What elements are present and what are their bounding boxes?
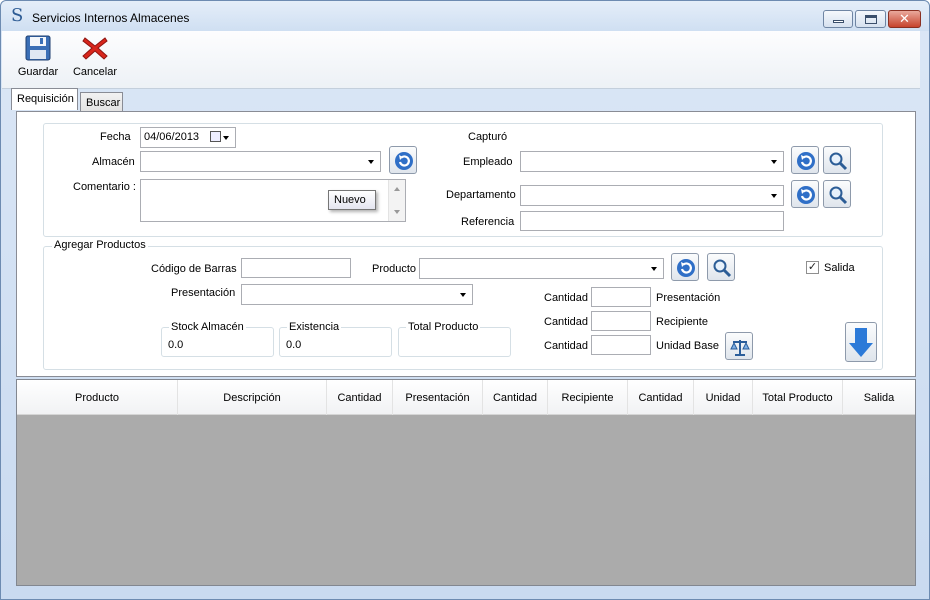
salida-label: Salida <box>824 262 855 274</box>
add-product-button[interactable] <box>845 322 877 362</box>
col-cantidad-3[interactable]: Cantidad <box>628 380 694 415</box>
window-title: Servicios Internos Almacenes <box>32 11 190 25</box>
empleado-refresh-button[interactable] <box>791 146 819 174</box>
fecha-date-picker[interactable]: 04/06/2013 <box>140 127 236 148</box>
grid-header: Producto Descripción Cantidad Presentaci… <box>17 380 915 415</box>
producto-search-button[interactable] <box>707 253 735 281</box>
producto-combo[interactable] <box>419 258 664 279</box>
col-descripcion[interactable]: Descripción <box>178 380 327 415</box>
col-cantidad-1[interactable]: Cantidad <box>327 380 393 415</box>
save-button[interactable]: Guardar <box>15 35 61 78</box>
col-total-producto[interactable]: Total Producto <box>753 380 843 415</box>
minimize-button[interactable] <box>823 10 853 28</box>
codigo-barras-label: Código de Barras <box>151 263 237 275</box>
maximize-icon <box>865 15 877 24</box>
refresh-icon <box>677 259 695 277</box>
col-unidad[interactable]: Unidad <box>694 380 753 415</box>
departamento-combo[interactable] <box>520 185 784 206</box>
fecha-label: Fecha <box>100 131 131 143</box>
presentacion-label: Presentación <box>171 287 236 299</box>
producto-label: Producto <box>372 263 417 275</box>
departamento-label: Departamento <box>446 189 516 201</box>
cantidad-unidad-label: Cantidad <box>544 340 589 352</box>
cantidad-recipiente-label: Cantidad <box>544 316 589 328</box>
agregar-productos-label: Agregar Productos <box>52 239 148 251</box>
floppy-disk-icon <box>25 35 51 61</box>
tab-requisicion[interactable]: Requisición <box>11 88 78 110</box>
app-window: S Servicios Internos Almacenes ✕ Guardar… <box>0 0 930 600</box>
cantidad-recipiente-unit: Recipiente <box>656 316 708 328</box>
refresh-icon <box>797 152 815 170</box>
save-label: Guardar <box>17 66 59 78</box>
cantidad-presentacion-input[interactable] <box>591 287 651 307</box>
app-logo-icon: S <box>11 5 24 26</box>
salida-checkbox[interactable]: ✓ <box>806 261 819 274</box>
toolbar: Guardar Cancelar <box>2 31 920 89</box>
products-grid[interactable]: Producto Descripción Cantidad Presentaci… <box>16 379 916 586</box>
comentario-scrollbar[interactable] <box>388 180 405 221</box>
title-bar: S Servicios Internos Almacenes ✕ <box>1 1 929 31</box>
agregar-productos-group: Agregar Productos Código de Barras Produ… <box>43 239 883 370</box>
stock-almacen-label: Stock Almacén <box>169 321 246 333</box>
almacen-combo[interactable] <box>140 151 381 172</box>
requisicion-panel: Fecha 04/06/2013 Almacén Comentario : Ca… <box>16 111 916 377</box>
scale-icon <box>730 340 750 356</box>
referencia-label: Referencia <box>461 216 515 228</box>
header-group: Fecha 04/06/2013 Almacén Comentario : Ca… <box>43 123 883 237</box>
maximize-button[interactable] <box>855 10 886 28</box>
refresh-icon <box>395 152 413 170</box>
minimize-icon <box>833 20 844 23</box>
cantidad-presentacion-label: Cantidad <box>544 292 589 304</box>
fecha-value: 04/06/2013 <box>144 131 200 143</box>
conversion-button[interactable] <box>725 332 753 360</box>
magnifier-icon <box>829 152 848 171</box>
empleado-search-button[interactable] <box>823 146 851 174</box>
red-x-icon <box>82 37 108 60</box>
calendar-icon <box>210 131 221 142</box>
cancel-button[interactable]: Cancelar <box>70 35 120 78</box>
scroll-up-icon <box>394 187 400 191</box>
existencia-value: 0.0 <box>286 339 302 351</box>
capturo-label: Capturó <box>468 131 508 143</box>
existencia-label: Existencia <box>287 321 342 333</box>
departamento-refresh-button[interactable] <box>791 180 819 208</box>
total-producto-box: Total Producto <box>398 321 511 357</box>
cancel-label: Cancelar <box>72 66 118 78</box>
nuevo-tooltip: Nuevo <box>328 190 376 210</box>
magnifier-icon <box>829 186 848 205</box>
close-icon: ✕ <box>899 11 910 26</box>
comentario-label: Comentario : <box>73 181 136 193</box>
col-cantidad-2[interactable]: Cantidad <box>483 380 548 415</box>
cantidad-unidad-unit: Unidad Base <box>656 340 719 352</box>
existencia-box: Existencia 0.0 <box>279 321 392 357</box>
stock-almacen-box: Stock Almacén 0.0 <box>161 321 274 357</box>
almacen-refresh-button[interactable] <box>389 146 417 174</box>
almacen-label: Almacén <box>92 156 135 168</box>
producto-refresh-button[interactable] <box>671 253 699 281</box>
cantidad-recipiente-input[interactable] <box>591 311 651 331</box>
col-presentacion[interactable]: Presentación <box>393 380 483 415</box>
col-producto[interactable]: Producto <box>17 380 178 415</box>
departamento-search-button[interactable] <box>823 180 851 208</box>
tab-buscar[interactable]: Buscar <box>80 92 123 111</box>
cantidad-presentacion-unit: Presentación <box>656 292 721 304</box>
cantidad-unidad-input[interactable] <box>591 335 651 355</box>
col-salida[interactable]: Salida <box>843 380 915 415</box>
scroll-down-icon <box>394 210 400 214</box>
magnifier-icon <box>713 259 732 278</box>
stock-almacen-value: 0.0 <box>168 339 184 351</box>
refresh-icon <box>797 186 815 204</box>
referencia-input[interactable] <box>520 211 784 231</box>
down-arrow-icon <box>849 328 873 357</box>
total-producto-label: Total Producto <box>406 321 481 333</box>
codigo-barras-input[interactable] <box>241 258 351 278</box>
empleado-combo[interactable] <box>520 151 784 172</box>
close-button[interactable]: ✕ <box>888 10 921 28</box>
presentacion-combo[interactable] <box>241 284 473 305</box>
empleado-label: Empleado <box>463 156 513 168</box>
col-recipiente[interactable]: Recipiente <box>548 380 628 415</box>
